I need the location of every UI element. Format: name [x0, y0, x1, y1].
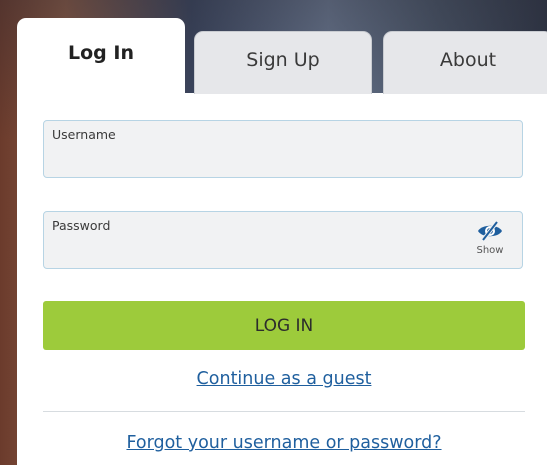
username-field[interactable]: Username [43, 120, 523, 178]
username-label: Username [52, 127, 116, 142]
password-field[interactable]: Password Show [43, 211, 523, 269]
tab-log-in[interactable]: Log In [17, 18, 185, 94]
login-panel: Username Password Show LOG IN Continue a… [17, 93, 547, 465]
eye-slash-icon [478, 220, 502, 242]
tab-log-in-label: Log In [68, 42, 134, 64]
show-password-button[interactable]: Show [470, 220, 510, 256]
tab-sign-up[interactable]: Sign Up [194, 31, 372, 94]
divider [43, 411, 525, 412]
password-input[interactable] [52, 238, 476, 264]
continue-as-guest-link[interactable]: Continue as a guest [17, 369, 547, 389]
password-label: Password [52, 218, 111, 233]
tab-about-label: About [439, 49, 497, 71]
forgot-credentials-link[interactable]: Forgot your username or password? [17, 433, 547, 453]
tab-sign-up-label: Sign Up [246, 49, 320, 71]
tab-about[interactable]: About [383, 31, 547, 94]
username-input[interactable] [52, 147, 476, 173]
show-password-label: Show [476, 245, 504, 256]
login-button[interactable]: LOG IN [43, 301, 525, 350]
